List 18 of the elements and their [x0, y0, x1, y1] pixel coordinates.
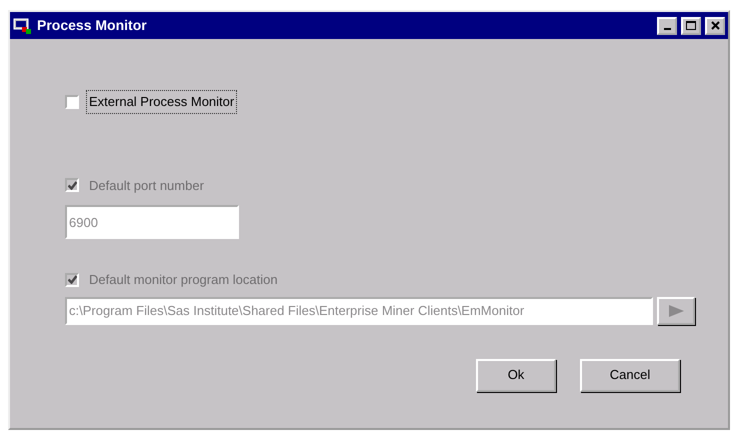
- checkbox-label: Default monitor program location: [88, 271, 279, 289]
- checkmark-icon: [68, 275, 76, 284]
- ok-button[interactable]: Ok: [476, 358, 556, 392]
- checkbox-label: External Process Monitor: [87, 91, 236, 112]
- minimize-button[interactable]: [657, 16, 677, 34]
- maximize-button[interactable]: [681, 16, 701, 34]
- cancel-button[interactable]: Cancel: [580, 358, 680, 392]
- checkbox[interactable]: [65, 94, 79, 109]
- checkmark-icon: [68, 180, 76, 190]
- minimize-icon: [664, 28, 670, 30]
- close-icon: [710, 21, 720, 30]
- checkbox-label: Default port number: [88, 176, 205, 195]
- app-icon: [13, 16, 33, 34]
- window-title: Process Monitor: [37, 16, 147, 35]
- play-icon: [666, 304, 686, 318]
- browse-button[interactable]: [657, 296, 695, 324]
- close-button[interactable]: [705, 16, 725, 34]
- maximize-icon: [686, 21, 696, 30]
